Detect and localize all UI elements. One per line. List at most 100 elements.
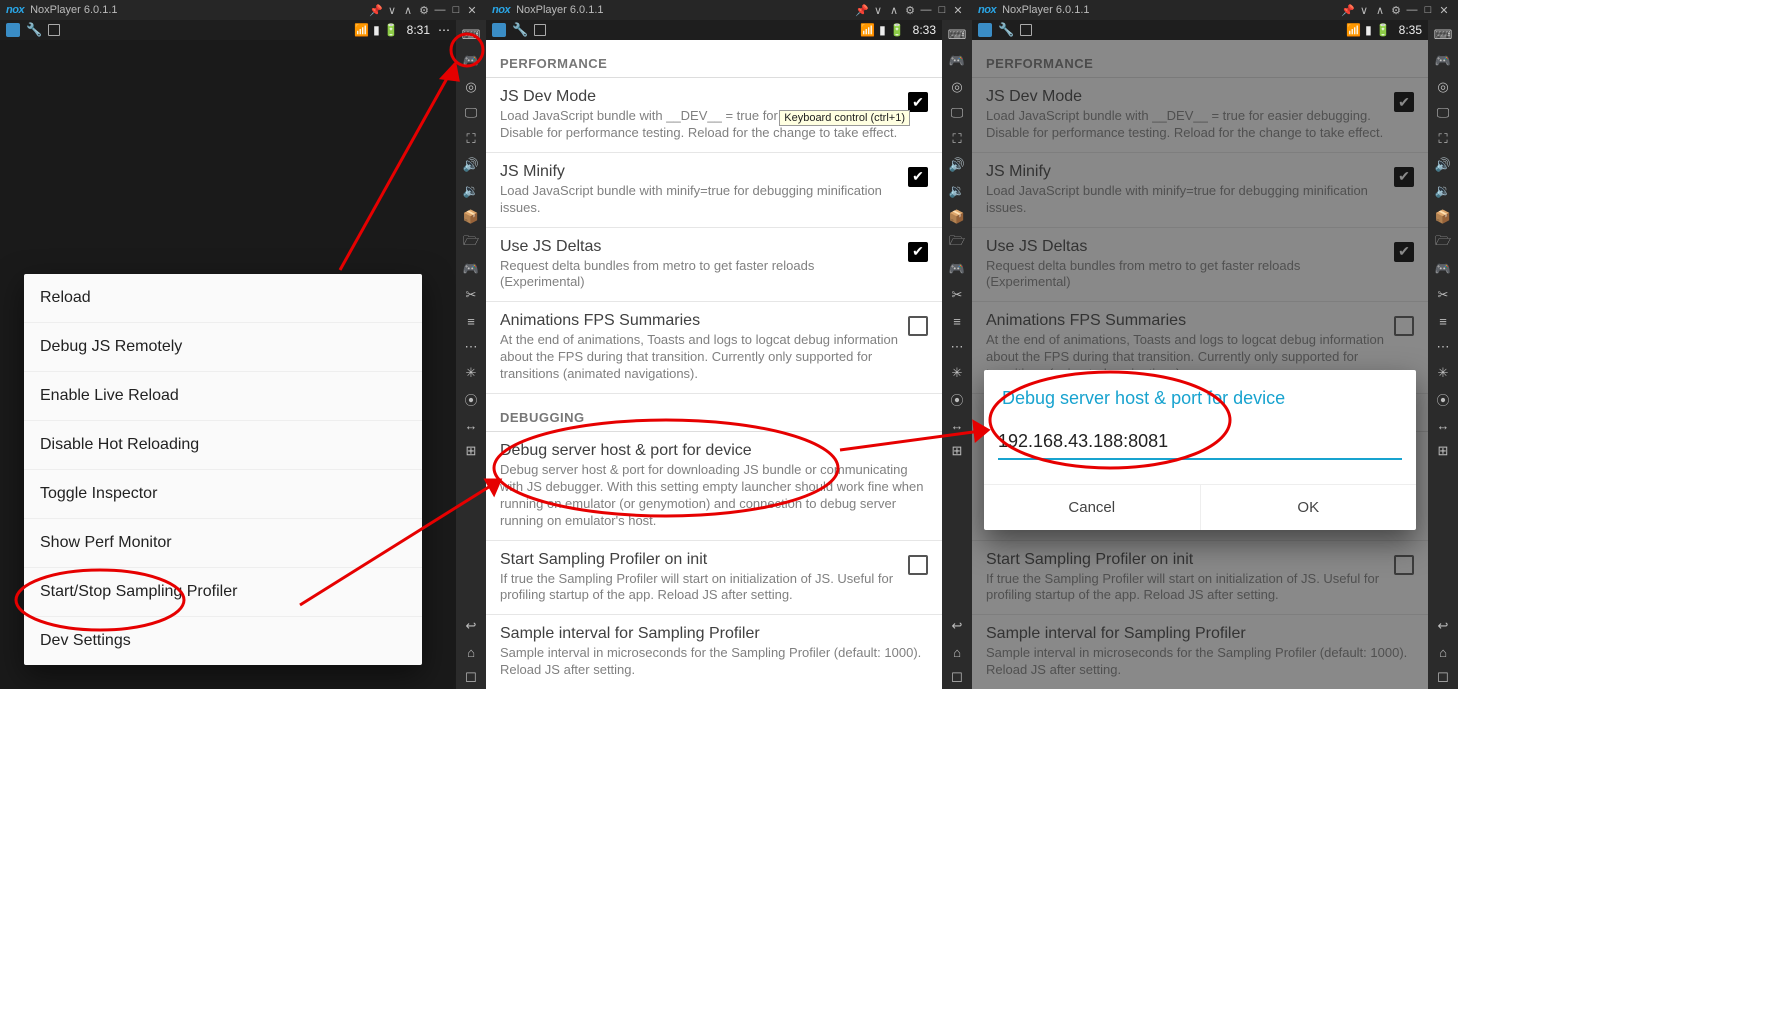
- chevron-up-icon[interactable]: ∧: [886, 4, 902, 17]
- folder-icon[interactable]: 🗁: [460, 232, 482, 254]
- minimize-icon[interactable]: —: [918, 4, 934, 16]
- keyboard-icon[interactable]: ⌨: [946, 24, 968, 46]
- recent-icon[interactable]: ☐: [946, 667, 968, 689]
- volume-up-icon[interactable]: 🔊: [946, 154, 968, 176]
- maximize-icon[interactable]: □: [1420, 4, 1436, 16]
- gear-icon[interactable]: ⚙: [1388, 4, 1404, 17]
- close-icon[interactable]: ✕: [1436, 4, 1452, 17]
- close-icon[interactable]: ✕: [464, 4, 480, 17]
- volume-up-icon[interactable]: 🔊: [1432, 154, 1454, 176]
- keyboard-icon[interactable]: ⌨: [1432, 24, 1454, 46]
- setting-js-minify[interactable]: JS Minify Load JavaScript bundle with mi…: [486, 153, 942, 228]
- brightness-icon[interactable]: ✳: [460, 362, 482, 384]
- brightness-icon[interactable]: ✳: [1432, 362, 1454, 384]
- modal-backdrop[interactable]: [972, 40, 1428, 689]
- maximize-icon[interactable]: □: [448, 4, 464, 16]
- monitor-icon[interactable]: 🖵: [1432, 102, 1454, 124]
- chevron-down-icon[interactable]: ∨: [1356, 4, 1372, 17]
- home-icon[interactable]: ⌂: [1432, 641, 1454, 663]
- overflow-icon[interactable]: ⋯: [438, 23, 450, 37]
- record-icon[interactable]: ⦿: [460, 388, 482, 410]
- menu-icon[interactable]: ≡: [1432, 310, 1454, 332]
- chevron-up-icon[interactable]: ∧: [1372, 4, 1388, 17]
- controller-icon[interactable]: 🎮: [1432, 258, 1454, 280]
- back-icon[interactable]: ↩: [1432, 615, 1454, 637]
- minimize-icon[interactable]: —: [432, 4, 448, 16]
- menu-item-inspector[interactable]: Toggle Inspector: [24, 470, 422, 519]
- scissors-icon[interactable]: ✂: [460, 284, 482, 306]
- volume-down-icon[interactable]: 🔉: [460, 180, 482, 202]
- setting-anim-fps[interactable]: Animations FPS Summaries At the end of a…: [486, 302, 942, 394]
- menu-icon[interactable]: ≡: [460, 310, 482, 332]
- side-icon[interactable]: ↔: [460, 414, 482, 436]
- menu-item-debug-remote[interactable]: Debug JS Remotely: [24, 323, 422, 372]
- menu-item-sampling[interactable]: Start/Stop Sampling Profiler: [24, 568, 422, 617]
- grid-icon[interactable]: ⊞: [946, 440, 968, 462]
- scissors-icon[interactable]: ✂: [1432, 284, 1454, 306]
- home-icon[interactable]: ⌂: [946, 641, 968, 663]
- menu-item-live-reload[interactable]: Enable Live Reload: [24, 372, 422, 421]
- folder-icon[interactable]: 🗁: [946, 232, 968, 254]
- apk-icon[interactable]: 📦: [460, 206, 482, 228]
- checkbox-checked-icon[interactable]: ✔: [908, 167, 928, 187]
- menu-item-perf[interactable]: Show Perf Monitor: [24, 519, 422, 568]
- volume-down-icon[interactable]: 🔉: [946, 180, 968, 202]
- minimize-icon[interactable]: —: [1404, 4, 1420, 16]
- fullscreen-icon[interactable]: ⛶: [946, 128, 968, 150]
- gear-icon[interactable]: ⚙: [416, 4, 432, 17]
- setting-debug-host[interactable]: Debug server host & port for device Debu…: [486, 432, 942, 541]
- side-icon[interactable]: ↔: [946, 414, 968, 436]
- fullscreen-icon[interactable]: ⛶: [460, 128, 482, 150]
- volume-up-icon[interactable]: 🔊: [460, 154, 482, 176]
- chevron-down-icon[interactable]: ∨: [870, 4, 886, 17]
- back-icon[interactable]: ↩: [460, 615, 482, 637]
- more-icon[interactable]: ⋯: [460, 336, 482, 358]
- menu-item-hot-reload[interactable]: Disable Hot Reloading: [24, 421, 422, 470]
- checkbox-checked-icon[interactable]: ✔: [908, 242, 928, 262]
- recent-icon[interactable]: ☐: [460, 667, 482, 689]
- apk-icon[interactable]: 📦: [1432, 206, 1454, 228]
- monitor-icon[interactable]: 🖵: [946, 102, 968, 124]
- volume-down-icon[interactable]: 🔉: [1432, 180, 1454, 202]
- scissors-icon[interactable]: ✂: [946, 284, 968, 306]
- pin-icon[interactable]: 📌: [854, 4, 870, 17]
- record-icon[interactable]: ⦿: [946, 388, 968, 410]
- setting-sample-interval[interactable]: Sample interval for Sampling Profiler Sa…: [486, 615, 942, 689]
- setting-js-deltas[interactable]: Use JS Deltas Request delta bundles from…: [486, 228, 942, 303]
- grid-icon[interactable]: ⊞: [1432, 440, 1454, 462]
- debug-host-input[interactable]: [998, 425, 1402, 460]
- checkbox-unchecked-icon[interactable]: [908, 316, 928, 336]
- maximize-icon[interactable]: □: [934, 4, 950, 16]
- location-icon[interactable]: ◎: [460, 76, 482, 98]
- gamepad-icon[interactable]: 🎮: [1432, 50, 1454, 72]
- setting-sampling-init[interactable]: Start Sampling Profiler on init If true …: [486, 541, 942, 616]
- apk-icon[interactable]: 📦: [946, 206, 968, 228]
- monitor-icon[interactable]: 🖵: [460, 102, 482, 124]
- more-icon[interactable]: ⋯: [946, 336, 968, 358]
- grid-icon[interactable]: ⊞: [460, 440, 482, 462]
- gear-icon[interactable]: ⚙: [902, 4, 918, 17]
- folder-icon[interactable]: 🗁: [1432, 232, 1454, 254]
- controller-icon[interactable]: 🎮: [946, 258, 968, 280]
- menu-icon[interactable]: ≡: [946, 310, 968, 332]
- dev-settings-list[interactable]: PERFORMANCE JS Dev Mode Load JavaScript …: [486, 40, 942, 689]
- record-icon[interactable]: ⦿: [1432, 388, 1454, 410]
- pin-icon[interactable]: 📌: [1340, 4, 1356, 17]
- more-icon[interactable]: ⋯: [1432, 336, 1454, 358]
- fullscreen-icon[interactable]: ⛶: [1432, 128, 1454, 150]
- cancel-button[interactable]: Cancel: [984, 485, 1200, 530]
- checkbox-checked-icon[interactable]: ✔: [908, 92, 928, 112]
- location-icon[interactable]: ◎: [946, 76, 968, 98]
- checkbox-unchecked-icon[interactable]: [908, 555, 928, 575]
- recent-icon[interactable]: ☐: [1432, 667, 1454, 689]
- close-icon[interactable]: ✕: [950, 4, 966, 17]
- menu-item-reload[interactable]: Reload: [24, 274, 422, 323]
- gamepad-icon[interactable]: 🎮: [946, 50, 968, 72]
- keyboard-icon[interactable]: ⌨: [460, 24, 482, 46]
- ok-button[interactable]: OK: [1200, 485, 1417, 530]
- chevron-down-icon[interactable]: ∨: [384, 4, 400, 17]
- home-icon[interactable]: ⌂: [460, 641, 482, 663]
- controller-icon[interactable]: 🎮: [460, 258, 482, 280]
- location-icon[interactable]: ◎: [1432, 76, 1454, 98]
- side-icon[interactable]: ↔: [1432, 414, 1454, 436]
